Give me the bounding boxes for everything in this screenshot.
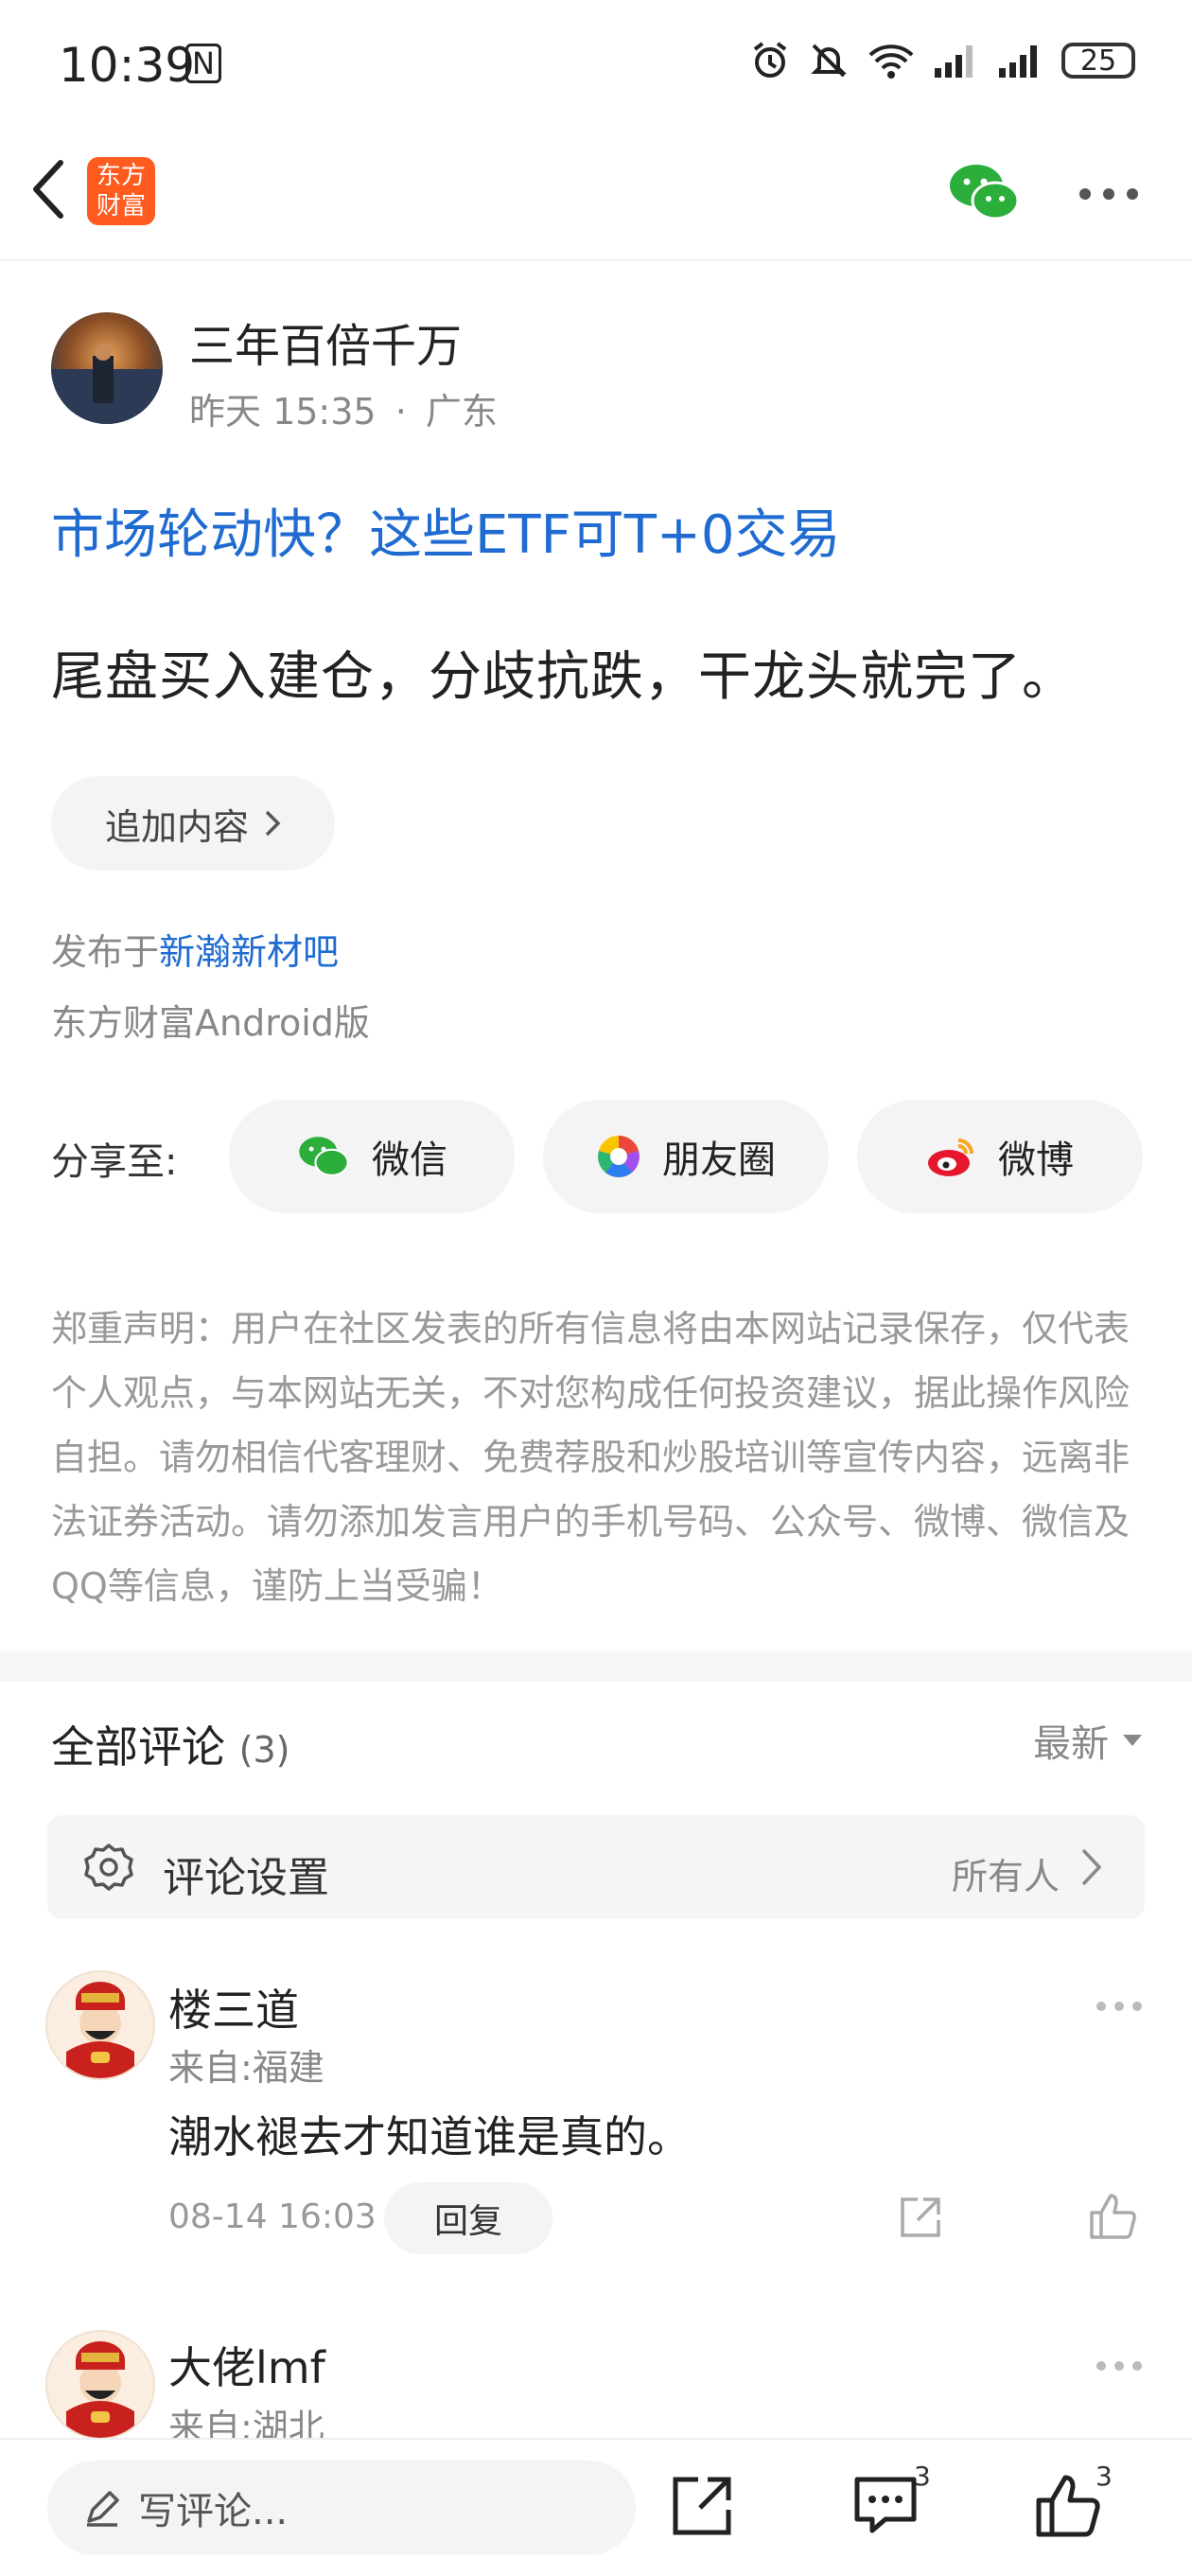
comment-settings-value: 所有人	[951, 1856, 1060, 1897]
published-in: 发布于新瀚新材吧	[51, 923, 339, 975]
add-content-button[interactable]: 追加内容	[51, 776, 335, 871]
comment-count-badge: 3	[914, 2461, 931, 2492]
battery-indicator: 25	[1061, 43, 1135, 79]
share-weibo-button[interactable]: 微博	[857, 1100, 1143, 1213]
author-meta: 昨天 15:35 · 广东	[189, 382, 498, 434]
bottom-action-bar: 写评论... 3 3	[0, 2438, 1192, 2576]
sort-label: 最新	[1033, 1722, 1109, 1766]
post-time: 昨天 15:35	[189, 391, 377, 432]
alarm-icon	[753, 42, 787, 78]
share-wechat-button[interactable]: 微信	[229, 1100, 515, 1213]
add-content-label: 追加内容	[104, 805, 249, 848]
wechat-share-icon[interactable]	[946, 159, 1022, 225]
share-comment-icon[interactable]	[897, 2194, 944, 2241]
write-comment-input[interactable]: 写评论...	[47, 2461, 636, 2555]
share-label: 分享至:	[51, 1140, 178, 1184]
published-prefix: 发布于	[51, 931, 160, 973]
more-icon[interactable]	[1078, 187, 1139, 201]
author-avatar[interactable]	[51, 312, 163, 424]
pencil-icon	[87, 2491, 119, 2527]
gear-icon	[84, 1844, 133, 1891]
chevron-right-icon	[265, 810, 281, 837]
triangle-down-icon	[1123, 1735, 1142, 1746]
status-time: 10:39	[59, 38, 196, 93]
like-icon[interactable]	[1086, 2190, 1139, 2241]
comment-text: 潮水褪去才知道谁是真的。	[168, 2111, 691, 2162]
commenter-avatar[interactable]	[45, 2330, 155, 2440]
sort-dropdown[interactable]: 最新	[1033, 1713, 1143, 1768]
comment-settings-row[interactable]: 评论设置 所有人	[47, 1815, 1145, 1919]
nav-divider	[0, 259, 1192, 261]
wechat-icon	[299, 1137, 349, 1177]
comment-settings-label: 评论设置	[163, 1854, 329, 1902]
commenter-name[interactable]: 大佬lmf	[168, 2334, 325, 2396]
meta-separator: ·	[394, 391, 407, 432]
client-source: 东方财富Android版	[51, 1002, 370, 1044]
app-logo[interactable]: 东方 财富	[87, 157, 155, 225]
mute-icon	[811, 44, 847, 78]
signal-icon-1	[935, 45, 973, 78]
comment-more-icon[interactable]	[1096, 2360, 1143, 2372]
status-icons: 25	[749, 40, 1135, 81]
post-body: 尾盘买入建仓，分歧抗跌，干龙头就完了。	[51, 646, 1076, 708]
comment-more-icon[interactable]	[1096, 2001, 1143, 2012]
promo-link[interactable]: 市场轮动快？这些ETF可T+0交易	[51, 492, 841, 569]
comment-time: 08-14 16:03	[168, 2197, 377, 2236]
comments-count: (3)	[238, 1729, 290, 1771]
back-icon[interactable]	[21, 151, 78, 227]
share-wechat-label: 微信	[372, 1138, 447, 1182]
nfc-icon: N	[185, 44, 221, 83]
reply-button[interactable]: 回复	[384, 2182, 552, 2254]
share-moments-button[interactable]: 朋友圈	[543, 1100, 829, 1213]
comments-title: 全部评论 (3)	[51, 1713, 289, 1775]
share-icon[interactable]	[664, 2468, 740, 2544]
status-bar: 10:39 N 25	[0, 0, 1192, 132]
comment-icon[interactable]	[848, 2468, 923, 2544]
write-comment-placeholder: 写评论...	[138, 2490, 289, 2533]
share-moments-label: 朋友圈	[662, 1138, 776, 1182]
wifi-icon	[868, 44, 914, 79]
bar-link[interactable]: 新瀚新材吧	[159, 931, 339, 973]
share-weibo-label: 微博	[998, 1138, 1074, 1182]
post-location: 广东	[425, 391, 498, 432]
commenter-location: 来自:福建	[168, 2047, 324, 2089]
weibo-icon	[928, 1138, 973, 1176]
author-name[interactable]: 三年百倍千万	[189, 309, 462, 375]
moments-icon	[598, 1136, 640, 1178]
logo-text-1: 东方	[96, 162, 146, 190]
disclaimer-text: 郑重声明：用户在社区发表的所有信息将由本网站记录保存，仅代表个人观点，与本网站无…	[51, 1308, 1131, 1607]
like-count-badge: 3	[1096, 2461, 1113, 2492]
chevron-right-icon	[1081, 1848, 1102, 1886]
logo-text-2: 财富	[96, 192, 146, 221]
commenter-avatar[interactable]	[45, 1970, 155, 2080]
signal-icon-2	[999, 45, 1037, 78]
comments-title-label: 全部评论	[51, 1721, 225, 1773]
section-divider	[0, 1651, 1192, 1682]
commenter-name[interactable]: 楼三道	[168, 1976, 299, 2038]
